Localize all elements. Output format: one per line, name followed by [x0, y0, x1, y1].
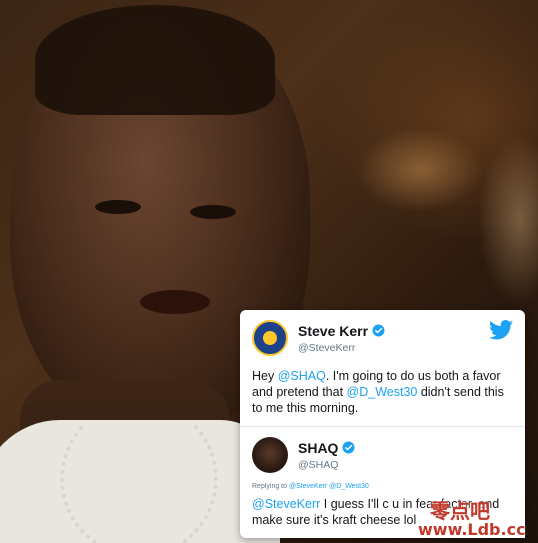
- right-eye: [190, 205, 236, 219]
- mention-link[interactable]: @D_West30: [347, 385, 418, 399]
- tweet-text: Hey @SHAQ. I'm going to do us both a fav…: [252, 368, 513, 416]
- replying-to: Replying to @SteveKerr @D_West30: [252, 483, 513, 490]
- left-eye: [95, 200, 141, 214]
- mention-link[interactable]: @SteveKerr: [252, 497, 320, 511]
- text-segment: Hey: [252, 369, 278, 383]
- avatar-shaq[interactable]: [252, 437, 288, 473]
- verified-icon: [342, 441, 355, 454]
- user-handle: @SteveKerr: [298, 341, 356, 354]
- user-handle: @SHAQ: [298, 458, 339, 471]
- mention-link[interactable]: @SHAQ: [278, 369, 326, 383]
- mouth: [140, 290, 210, 314]
- tweet-kerr: Steve Kerr @SteveKerr Hey @SHAQ. I'm goi…: [240, 310, 525, 426]
- avatar-kerr[interactable]: [252, 320, 288, 356]
- display-name: Steve Kerr: [298, 322, 369, 339]
- watermark-url: www.Ldb.cc: [418, 520, 526, 539]
- display-name: SHAQ: [298, 439, 339, 456]
- replying-prefix: Replying to: [252, 483, 289, 490]
- verified-icon: [372, 324, 385, 337]
- twitter-bird-icon: [489, 320, 513, 340]
- person-hair: [35, 5, 275, 115]
- replying-mentions[interactable]: @SteveKerr @D_West30: [289, 483, 369, 490]
